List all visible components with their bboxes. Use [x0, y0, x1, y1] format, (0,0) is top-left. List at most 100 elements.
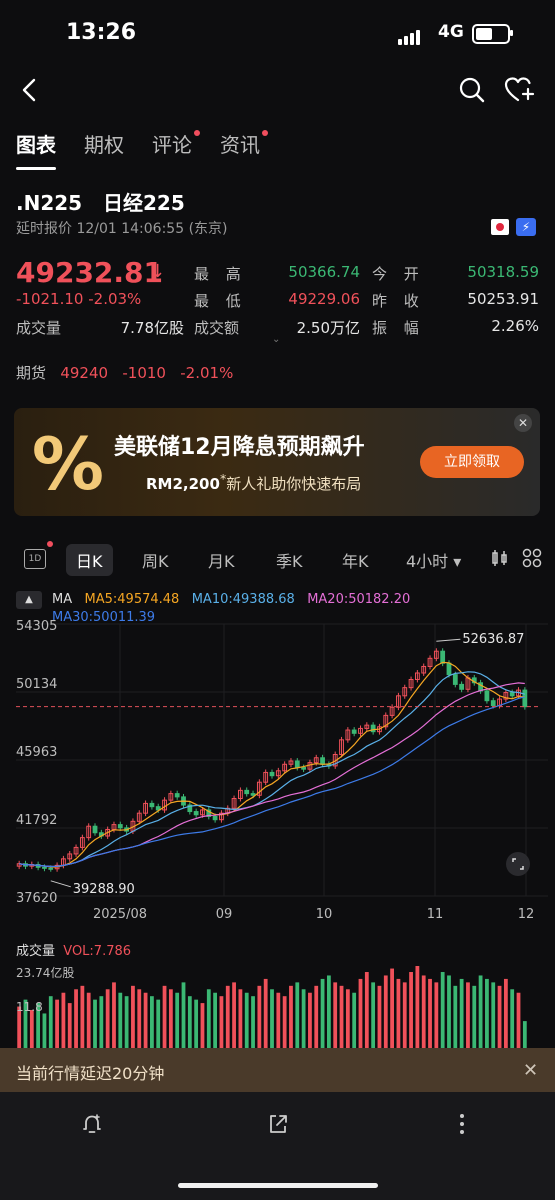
volume-bar	[232, 982, 236, 1048]
ma5-value: MA5:49574.48	[84, 592, 180, 607]
volume-bar	[118, 992, 123, 1048]
claim-now-button[interactable]: 立即领取	[420, 446, 524, 478]
y-tick-label: 45963	[16, 745, 57, 760]
kline-chart[interactable]: 54305 50134 45963 41792 37620 2025/08 09 10 11 12…	[0, 610, 555, 940]
candle-body	[509, 692, 515, 697]
volume-bar	[263, 978, 268, 1048]
volume-bar	[150, 996, 154, 1048]
volume-bar	[510, 989, 515, 1048]
chart-type-icon[interactable]	[490, 548, 510, 568]
candle-body	[174, 793, 180, 798]
candle-body	[301, 767, 307, 770]
volume-bar	[137, 989, 142, 1048]
fullscreen-icon[interactable]	[506, 852, 530, 876]
ma5-line	[19, 661, 525, 868]
period-4hour[interactable]: 4小时 ▾	[406, 548, 461, 572]
volume-bar	[371, 982, 376, 1048]
x-tick-label: 11	[427, 907, 444, 922]
search-icon[interactable]	[458, 76, 486, 104]
expand-chevron-icon[interactable]: ⌄	[272, 334, 280, 345]
amplitude-value: 2.26%	[491, 317, 539, 335]
close-icon[interactable]: ✕	[523, 1060, 538, 1081]
volume-bar	[105, 989, 110, 1048]
volume-bar	[244, 992, 249, 1048]
volume-chart[interactable]	[0, 960, 555, 1048]
volume-bar	[80, 985, 85, 1048]
symbol-title: .N225 日经225	[16, 187, 185, 216]
volume-bar	[339, 985, 344, 1048]
candle-body	[440, 650, 446, 664]
period-day[interactable]: 日K	[66, 544, 113, 576]
japan-flag-icon	[491, 219, 509, 235]
lightning-icon[interactable]: ⚡	[516, 218, 536, 236]
candle-body	[269, 771, 275, 777]
candle-body	[351, 729, 357, 734]
x-tick-label: 2025/08	[93, 907, 147, 922]
price-alert-bell-icon[interactable]	[80, 1112, 104, 1136]
low-label: 最 低	[194, 292, 247, 310]
volume-bar	[390, 968, 394, 1048]
volume-bar	[440, 972, 445, 1048]
prev-close-value: 50253.91	[467, 290, 539, 308]
candle-body	[446, 662, 452, 676]
volume-bar	[162, 985, 167, 1048]
volume-bar	[333, 982, 338, 1048]
period-year[interactable]: 年K	[342, 548, 369, 572]
volume-bar	[396, 978, 401, 1048]
grid-settings-icon[interactable]	[522, 548, 542, 568]
symbol-code: .N225	[16, 191, 83, 215]
volume-bar	[282, 996, 287, 1048]
period-month[interactable]: 月K	[208, 548, 235, 572]
volume-title: 成交量	[16, 944, 56, 959]
volume-bar	[225, 985, 230, 1048]
candle-body	[48, 867, 54, 870]
volume-bar	[124, 996, 129, 1048]
candle-body	[459, 683, 465, 690]
collapse-ma-icon[interactable]: ▲	[16, 591, 42, 609]
volume-bar	[301, 989, 306, 1048]
tab-chart[interactable]: 图表	[16, 130, 56, 170]
volume-bar	[314, 985, 319, 1048]
candle-body	[117, 824, 123, 829]
volume-bar	[402, 982, 407, 1048]
period-week[interactable]: 周K	[142, 548, 169, 572]
candle-body	[522, 689, 528, 708]
tab-news[interactable]: 资讯	[220, 130, 268, 164]
ma10-line	[19, 671, 525, 868]
candle-body	[294, 760, 300, 769]
main-tabs: 图表 期权 评论 资讯	[16, 130, 268, 170]
tab-label: 图表	[16, 133, 56, 157]
tab-options[interactable]: 期权	[84, 130, 124, 164]
min-price-label: 39288.90	[73, 882, 135, 897]
volume-bar	[194, 999, 199, 1048]
volume-bar	[434, 982, 439, 1048]
candle-body	[149, 802, 155, 808]
volume-bar	[276, 992, 281, 1048]
last-price: 49232.81	[16, 256, 164, 289]
more-options-icon[interactable]	[452, 1112, 472, 1136]
volume-bar	[377, 985, 382, 1048]
tab-comments[interactable]: 评论	[152, 130, 200, 164]
badge-dot	[262, 130, 268, 136]
volume-bar	[453, 985, 458, 1048]
close-icon[interactable]: ✕	[514, 414, 532, 432]
prev-close-label: 昨 收	[372, 292, 425, 310]
tab-label: 期权	[84, 133, 124, 157]
volume-bar	[86, 992, 91, 1048]
volume-bar	[497, 985, 502, 1048]
period-quarter[interactable]: 季K	[276, 548, 303, 572]
status-time: 13:26	[66, 20, 137, 45]
add-watchlist-heart-icon[interactable]	[504, 76, 536, 104]
volume-bar	[61, 992, 66, 1048]
futures-price: 49240	[60, 364, 109, 382]
low-value: 49229.06	[288, 290, 360, 308]
open-value: 50318.59	[467, 263, 539, 281]
volume-bar	[522, 1021, 527, 1048]
change-value: -1021.10	[16, 290, 84, 308]
volume-bar	[472, 985, 477, 1048]
ma20-value: MA20:50182.20	[307, 592, 411, 607]
share-icon[interactable]	[266, 1112, 290, 1136]
badge-dot	[194, 130, 200, 136]
futures-row[interactable]: 期货 49240 -1010 -2.01%	[16, 362, 233, 383]
back-arrow-icon[interactable]	[16, 76, 44, 104]
